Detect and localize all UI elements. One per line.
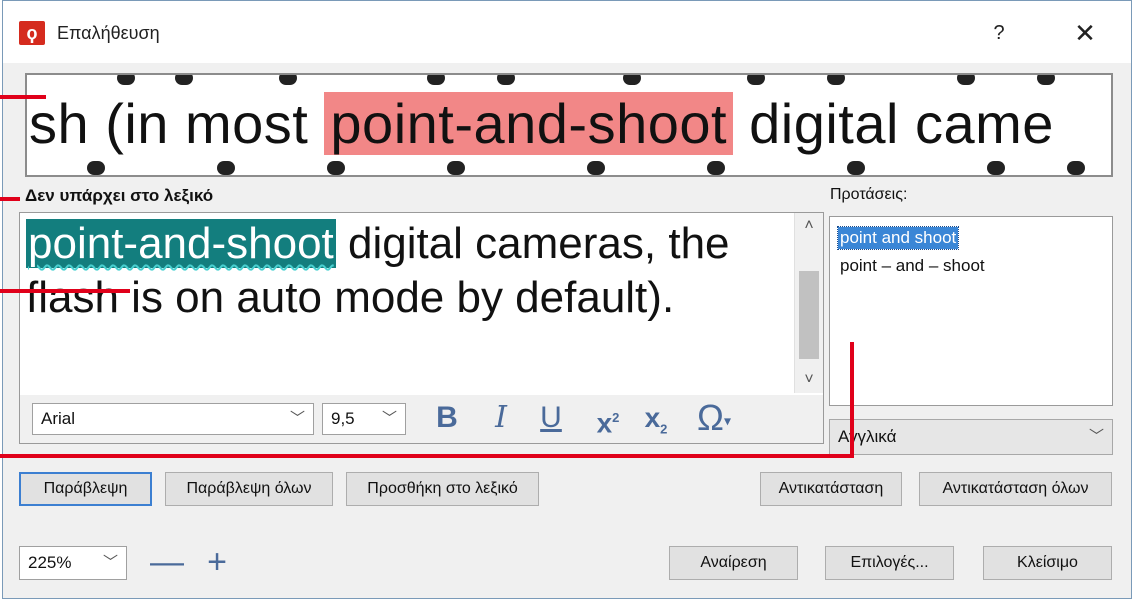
superscript-mark: 2	[612, 410, 620, 425]
omega-icon: Ω	[697, 397, 724, 438]
ignore-all-button[interactable]: Παράβλεψη όλων	[165, 472, 333, 506]
ignore-button[interactable]: Παράβλεψη	[19, 472, 152, 506]
preview-text-fragment-bottom	[27, 161, 1111, 175]
chevron-down-icon: ﹀	[102, 554, 118, 571]
italic-button[interactable]: I	[486, 399, 516, 437]
options-button[interactable]: Επιλογές...	[825, 546, 954, 580]
zoom-out-button[interactable]: —	[150, 545, 184, 580]
zoom-select[interactable]: 225% ﹀	[19, 546, 127, 580]
suggestion-item-selected[interactable]: point and shoot	[836, 226, 960, 250]
preview-text-before: sh (in most	[29, 92, 325, 155]
scroll-down-icon[interactable]: ˅	[795, 371, 823, 389]
app-logo-icon: ϙ	[19, 21, 45, 45]
zoom-value: 225%	[28, 553, 72, 572]
chevron-down-icon: ﹀	[289, 410, 305, 427]
insert-symbol-button[interactable]: Ω▾	[684, 399, 744, 437]
add-to-dictionary-button[interactable]: Προσθήκη στο λεξικό	[346, 472, 539, 506]
underline-button[interactable]: U	[536, 399, 566, 437]
bold-button[interactable]: B	[432, 399, 462, 437]
format-toolbar: Arial ﹀ 9,5 ﹀ B I U x2 x2 Ω▾	[20, 395, 823, 443]
replace-all-button[interactable]: Αντικατάσταση όλων	[919, 472, 1112, 506]
suggestion-item[interactable]: point – and – shoot	[838, 255, 987, 277]
not-in-dictionary-label: Δεν υπάρχει στο λεξικό	[25, 186, 214, 205]
chevron-down-icon: ﹀	[381, 410, 397, 427]
font-size-select[interactable]: 9,5 ﹀	[322, 403, 406, 435]
context-scrollbar[interactable]: ˄ ˅	[794, 213, 823, 393]
preview-highlighted-word: point-and-shoot	[324, 92, 734, 155]
scroll-thumb[interactable]	[799, 271, 819, 359]
window-title: Επαλήθευση	[57, 23, 160, 43]
subscript-button[interactable]: x2	[636, 399, 676, 437]
preview-line: sh (in most point-and-shoot digital came	[29, 89, 1054, 159]
help-button[interactable]: ?	[979, 17, 1019, 49]
suggestions-list[interactable]: point and shoot point – and – shoot	[829, 216, 1113, 406]
scroll-up-icon[interactable]: ˄	[795, 217, 823, 235]
preview-text-fragment-top	[27, 75, 1111, 89]
document-preview: sh (in most point-and-shoot digital came	[25, 73, 1113, 177]
misspelled-word[interactable]: point-and-shoot	[26, 219, 336, 268]
close-button[interactable]: Κλείσιμο	[983, 546, 1112, 580]
zoom-in-button[interactable]: +	[201, 545, 233, 580]
dropdown-arrow-icon: ▾	[723, 412, 731, 429]
font-size-value: 9,5	[331, 409, 355, 428]
context-editor[interactable]: point-and-shoot digital cameras, the fla…	[19, 212, 824, 444]
context-text[interactable]: point-and-shoot digital cameras, the fla…	[26, 217, 786, 325]
subscript-mark: 2	[660, 421, 668, 437]
close-window-button[interactable]: ✕	[1063, 13, 1107, 53]
replace-button[interactable]: Αντικατάσταση	[760, 472, 902, 506]
subscript-base: x	[644, 402, 661, 433]
chevron-down-icon: ﹀	[1088, 428, 1104, 445]
language-value: Αγγλικά	[838, 427, 897, 446]
suggestions-label: Προτάσεις:	[830, 186, 908, 203]
preview-text-after: digital came	[733, 92, 1054, 155]
undo-button[interactable]: Αναίρεση	[669, 546, 798, 580]
title-bar: ϙ Επαλήθευση ? ✕	[3, 1, 1131, 63]
font-family-value: Arial	[41, 409, 76, 428]
superscript-base: x	[596, 407, 613, 439]
language-select[interactable]: Αγγλικά ﹀	[829, 419, 1113, 455]
superscript-button[interactable]: x2	[588, 399, 628, 439]
font-family-select[interactable]: Arial ﹀	[32, 403, 314, 435]
